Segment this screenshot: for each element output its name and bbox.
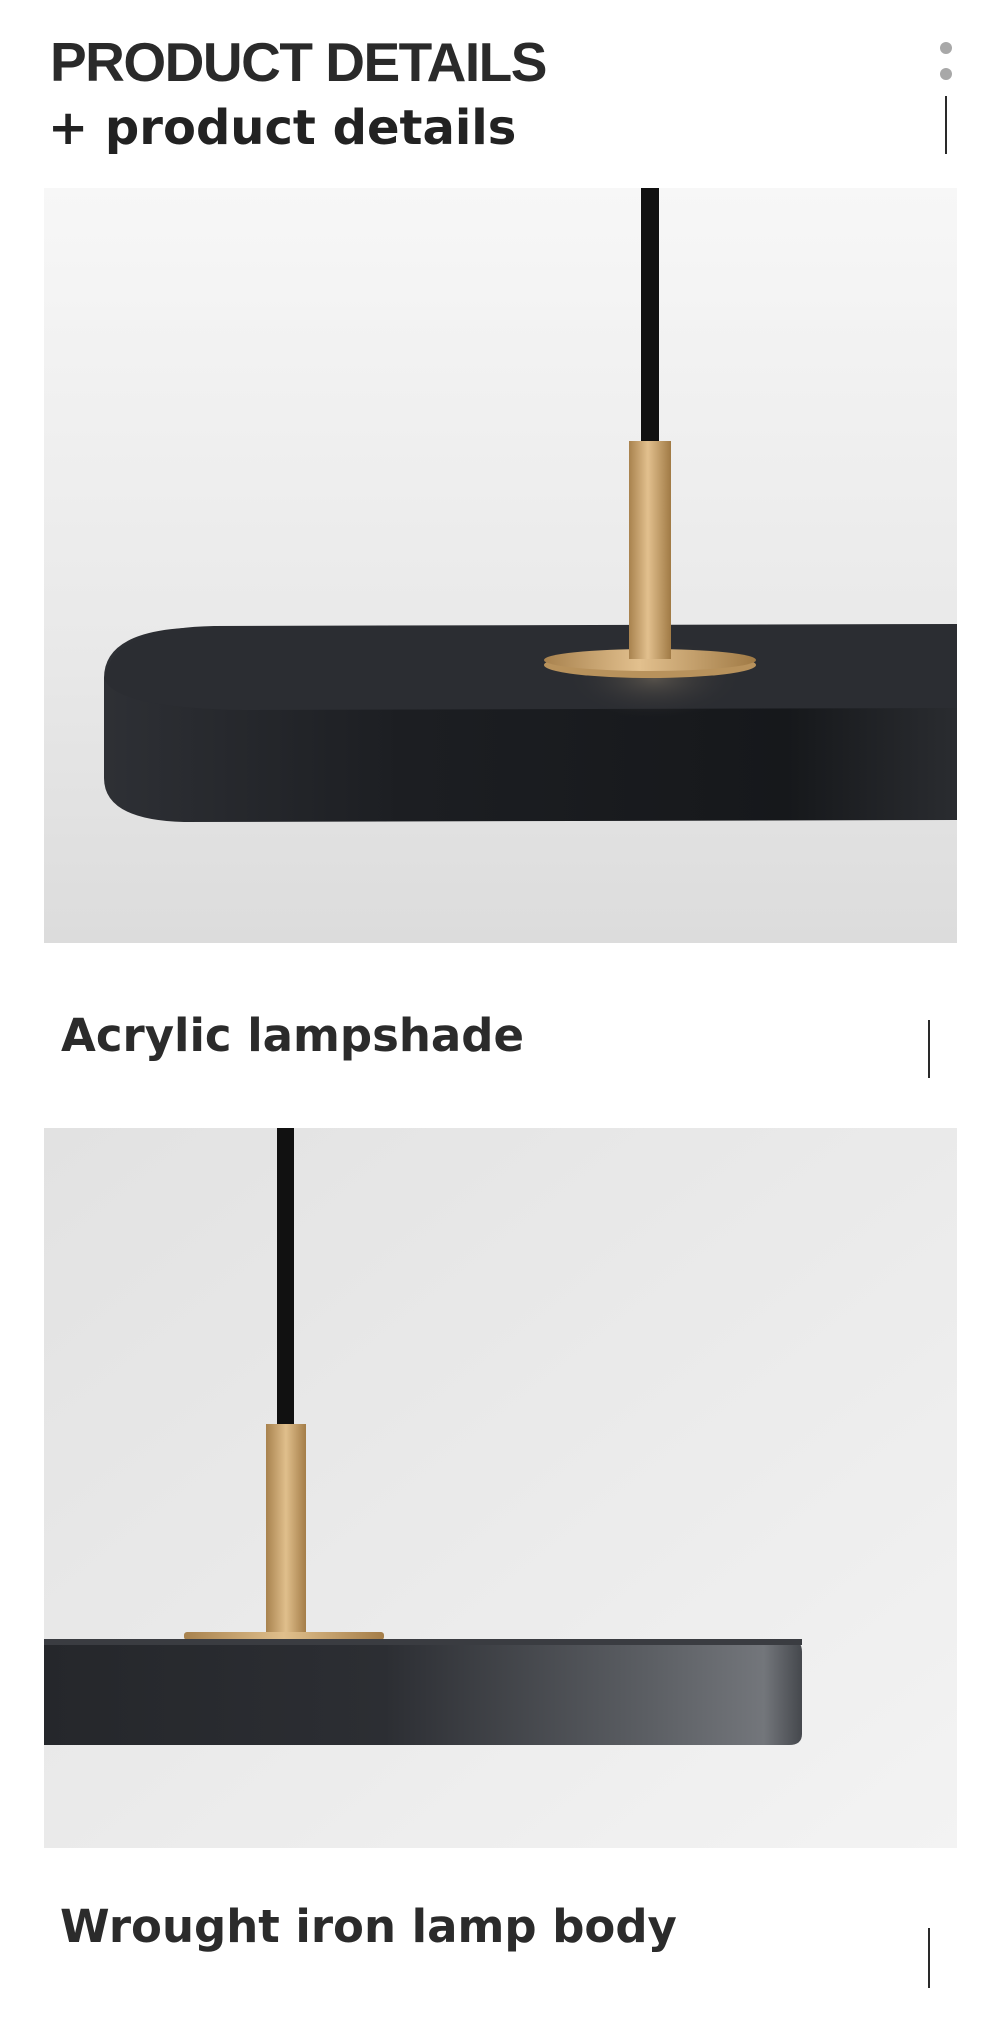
vertical-dots-icon[interactable]: [938, 40, 954, 88]
product-image-lamp-body: [44, 1128, 957, 1848]
caption-divider-line: [928, 1928, 930, 1988]
divider-line: [945, 96, 947, 154]
caption-wrought-iron-lamp-body: Wrought iron lamp body: [60, 1900, 677, 1953]
page-title: PRODUCT DETAILS: [50, 31, 547, 93]
product-image-lampshade: [44, 188, 957, 943]
caption-divider-line: [928, 1020, 930, 1078]
page-subtitle: + product details: [48, 100, 517, 156]
caption-acrylic-lampshade: Acrylic lampshade: [61, 1009, 525, 1062]
